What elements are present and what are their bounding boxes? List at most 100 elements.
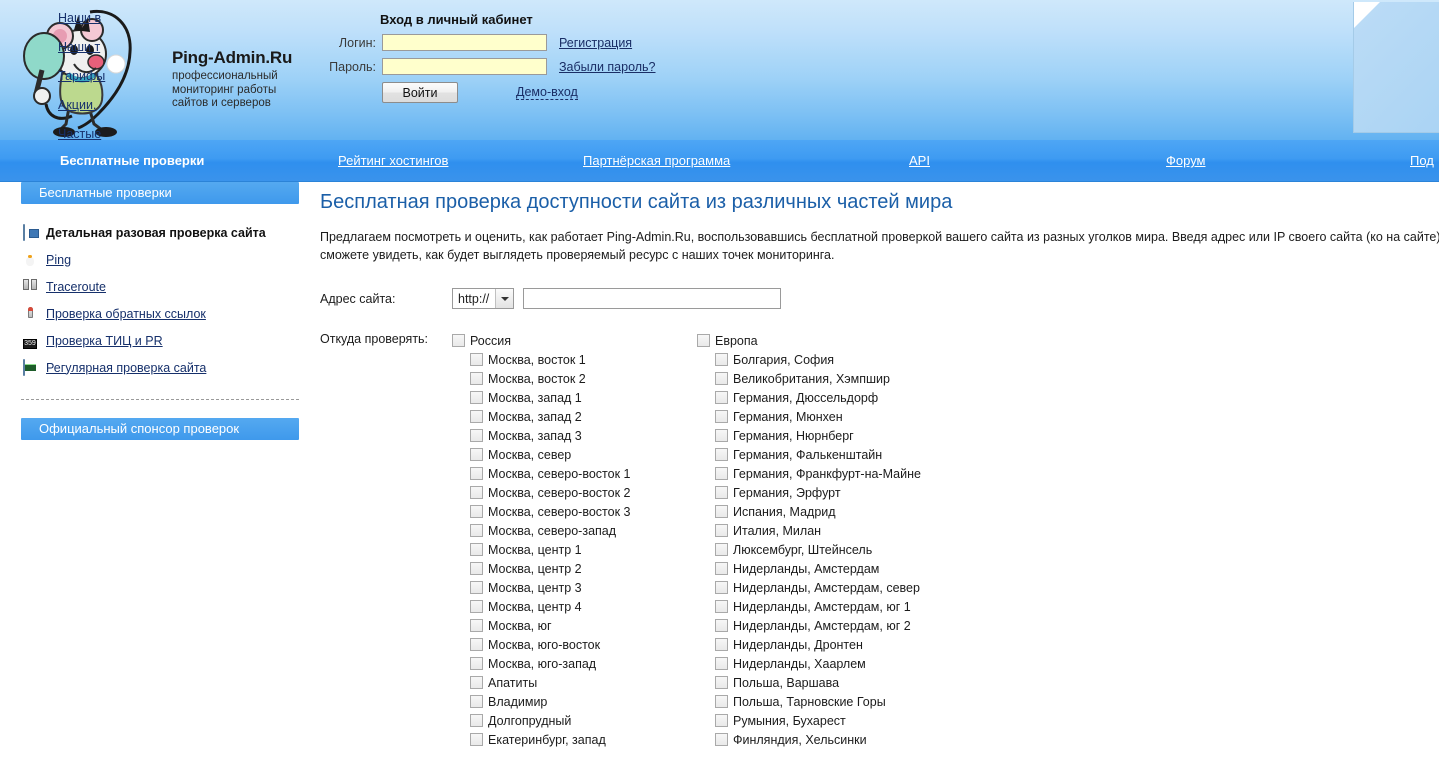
location-checkbox[interactable] xyxy=(470,562,483,575)
location-row[interactable]: Москва, северо-восток 3 xyxy=(452,502,697,521)
site-address-input[interactable] xyxy=(523,288,781,309)
location-row[interactable]: Германия, Мюнхен xyxy=(697,407,942,426)
location-checkbox[interactable] xyxy=(715,467,728,480)
location-row[interactable]: Нидерланды, Амстердам, север xyxy=(697,578,942,597)
location-checkbox[interactable] xyxy=(470,581,483,594)
group-checkbox-row[interactable]: Россия xyxy=(452,331,697,350)
location-checkbox[interactable] xyxy=(715,695,728,708)
location-checkbox[interactable] xyxy=(715,733,728,746)
location-checkbox[interactable] xyxy=(715,562,728,575)
location-checkbox[interactable] xyxy=(470,619,483,632)
location-checkbox[interactable] xyxy=(470,714,483,727)
location-checkbox[interactable] xyxy=(470,486,483,499)
location-row[interactable]: Румыния, Бухарест xyxy=(697,711,942,730)
nav-item-free-checks[interactable]: Бесплатные проверки xyxy=(60,153,204,168)
location-checkbox[interactable] xyxy=(715,353,728,366)
location-row[interactable]: Москва, запад 3 xyxy=(452,426,697,445)
protocol-select[interactable]: http:// xyxy=(452,288,514,309)
location-row[interactable]: Италия, Милан xyxy=(697,521,942,540)
location-row[interactable]: Москва, юго-запад xyxy=(452,654,697,673)
sidebar-item-traceroute[interactable]: Traceroute xyxy=(21,273,299,300)
note-link-0[interactable]: Наши в xyxy=(58,11,178,26)
location-checkbox[interactable] xyxy=(470,524,483,537)
location-row[interactable]: Москва, северо-запад xyxy=(452,521,697,540)
nav-item-hosting-rating[interactable]: Рейтинг хостингов xyxy=(338,153,448,168)
location-row[interactable]: Нидерланды, Амстердам, юг 1 xyxy=(697,597,942,616)
location-row[interactable]: Испания, Мадрид xyxy=(697,502,942,521)
location-row[interactable]: Екатеринбург, запад xyxy=(452,730,697,749)
sidebar-item-label[interactable]: Проверка ТИЦ и PR xyxy=(46,334,163,348)
location-row[interactable]: Владимир xyxy=(452,692,697,711)
sidebar-item-label[interactable]: Ping xyxy=(46,253,71,267)
location-checkbox[interactable] xyxy=(715,581,728,594)
location-checkbox[interactable] xyxy=(715,448,728,461)
note-link-2[interactable]: Тарифы xyxy=(58,69,178,84)
location-row[interactable]: Люксембург, Штейнсель xyxy=(697,540,942,559)
location-checkbox[interactable] xyxy=(470,600,483,613)
location-row[interactable]: Апатиты xyxy=(452,673,697,692)
location-checkbox[interactable] xyxy=(715,410,728,423)
location-row[interactable]: Москва, северо-восток 2 xyxy=(452,483,697,502)
sidebar-item-ping[interactable]: Ping xyxy=(21,246,299,273)
location-checkbox[interactable] xyxy=(715,486,728,499)
location-checkbox[interactable] xyxy=(470,429,483,442)
sidebar-item-label[interactable]: Регулярная проверка сайта xyxy=(46,361,206,375)
location-row[interactable]: Москва, юго-восток xyxy=(452,635,697,654)
nav-item-forum[interactable]: Форум xyxy=(1166,153,1206,168)
nav-item-support[interactable]: Под xyxy=(1410,153,1434,168)
sidebar-item-label[interactable]: Проверка обратных ссылок xyxy=(46,307,206,321)
location-checkbox[interactable] xyxy=(470,410,483,423)
note-link-4[interactable]: Частые xyxy=(58,127,178,140)
sidebar-item-tic-pr[interactable]: 359 Проверка ТИЦ и PR xyxy=(21,327,299,354)
location-checkbox[interactable] xyxy=(470,543,483,556)
location-row[interactable]: Москва, северо-восток 1 xyxy=(452,464,697,483)
location-checkbox[interactable] xyxy=(470,448,483,461)
location-checkbox[interactable] xyxy=(715,714,728,727)
location-checkbox[interactable] xyxy=(470,657,483,670)
location-checkbox[interactable] xyxy=(715,391,728,404)
location-row[interactable]: Великобритания, Хэмпшир xyxy=(697,369,942,388)
sidebar-item-detailed-check[interactable]: Детальная разовая проверка сайта xyxy=(21,219,299,246)
location-checkbox[interactable] xyxy=(715,676,728,689)
note-link-3[interactable]: Акции. xyxy=(58,98,178,113)
location-checkbox[interactable] xyxy=(715,657,728,670)
location-checkbox[interactable] xyxy=(470,695,483,708)
login-input[interactable] xyxy=(382,34,547,51)
location-checkbox[interactable] xyxy=(715,619,728,632)
location-row[interactable]: Германия, Дюссельдорф xyxy=(697,388,942,407)
location-row[interactable]: Нидерланды, Хаарлем xyxy=(697,654,942,673)
location-row[interactable]: Москва, запад 2 xyxy=(452,407,697,426)
location-row[interactable]: Москва, восток 2 xyxy=(452,369,697,388)
location-row[interactable]: Нидерланды, Амстердам xyxy=(697,559,942,578)
nav-item-partner-program[interactable]: Партнёрская программа xyxy=(583,153,730,168)
forgot-password-link[interactable]: Забыли пароль? xyxy=(559,60,656,74)
location-row[interactable]: Польша, Варшава xyxy=(697,673,942,692)
location-checkbox[interactable] xyxy=(470,391,483,404)
location-row[interactable]: Польша, Тарновские Горы xyxy=(697,692,942,711)
location-row[interactable]: Германия, Эрфурт xyxy=(697,483,942,502)
location-row[interactable]: Финляндия, Хельсинки xyxy=(697,730,942,749)
location-row[interactable]: Нидерланды, Амстердам, юг 2 xyxy=(697,616,942,635)
location-row[interactable]: Москва, север xyxy=(452,445,697,464)
location-checkbox[interactable] xyxy=(715,372,728,385)
sidebar-item-backlinks[interactable]: Проверка обратных ссылок xyxy=(21,300,299,327)
location-checkbox[interactable] xyxy=(470,353,483,366)
location-checkbox[interactable] xyxy=(470,638,483,651)
sidebar-item-label[interactable]: Traceroute xyxy=(46,280,106,294)
nav-item-api[interactable]: API xyxy=(909,153,930,168)
group-checkbox[interactable] xyxy=(452,334,465,347)
location-row[interactable]: Москва, восток 1 xyxy=(452,350,697,369)
location-checkbox[interactable] xyxy=(715,638,728,651)
location-row[interactable]: Германия, Франкфурт-на-Майне xyxy=(697,464,942,483)
location-row[interactable]: Москва, центр 4 xyxy=(452,597,697,616)
location-row[interactable]: Москва, юг xyxy=(452,616,697,635)
group-checkbox-row[interactable]: Европа xyxy=(697,331,942,350)
location-row[interactable]: Москва, центр 3 xyxy=(452,578,697,597)
location-checkbox[interactable] xyxy=(715,543,728,556)
location-checkbox[interactable] xyxy=(715,429,728,442)
location-checkbox[interactable] xyxy=(715,600,728,613)
location-row[interactable]: Москва, центр 2 xyxy=(452,559,697,578)
location-row[interactable]: Германия, Нюрнберг xyxy=(697,426,942,445)
location-checkbox[interactable] xyxy=(470,676,483,689)
group-checkbox[interactable] xyxy=(697,334,710,347)
